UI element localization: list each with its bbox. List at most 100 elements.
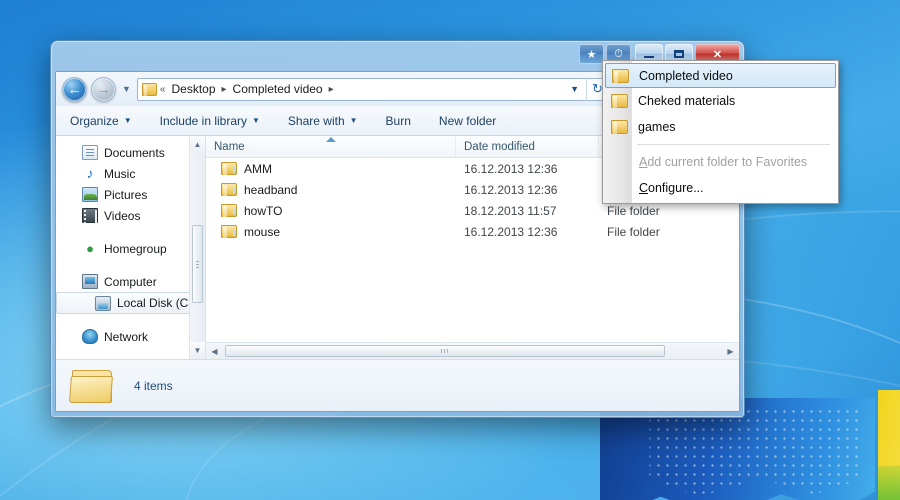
folder-icon <box>612 69 629 83</box>
history-dropdown-icon[interactable]: ▼ <box>120 84 133 94</box>
row-date-cell: 16.12.2013 12:36 <box>456 225 599 239</box>
file-name-label: headband <box>244 183 297 197</box>
chevron-down-icon: ▼ <box>124 116 132 125</box>
menu-item-cheked-materials[interactable]: Cheked materials <box>605 88 836 114</box>
row-name-cell: headband <box>206 183 456 197</box>
folder-icon <box>221 183 237 196</box>
menu-item-rest: dd current folder to Favorites <box>647 155 807 169</box>
horizontal-scrollbar[interactable]: ◀ ▶ <box>206 342 739 359</box>
scroll-right-icon[interactable]: ▶ <box>722 343 739 359</box>
breadcrumb-separator-icon: ▸ <box>328 84 335 95</box>
toolbar-item-label: Organize <box>70 114 119 128</box>
folder-icon <box>142 83 157 96</box>
row-name-cell: mouse <box>206 225 456 239</box>
sidebar-item-label: Documents <box>104 146 165 160</box>
toolbar-item-label: Share with <box>288 114 345 128</box>
toolbar-burn-button[interactable]: Burn <box>382 111 415 131</box>
sidebar-item-homegroup[interactable]: ● Homegroup <box>56 238 205 259</box>
sidebar-item-pictures[interactable]: Pictures <box>56 184 205 205</box>
status-bar: 4 items <box>56 359 739 411</box>
breadcrumb-dropdown-icon[interactable]: ▼ <box>565 84 584 94</box>
sidebar-scroll-track[interactable] <box>190 153 205 342</box>
horizontal-scroll-thumb[interactable] <box>225 345 665 357</box>
sidebar-item-network[interactable]: Network <box>56 326 205 347</box>
menu-item-configure[interactable]: Configure... <box>605 175 836 201</box>
toolbar-item-label: New folder <box>439 114 496 128</box>
folder-icon <box>221 225 237 238</box>
row-date-cell: 16.12.2013 12:36 <box>456 162 599 176</box>
column-label: Date modified <box>464 141 535 153</box>
maximize-icon <box>674 50 684 58</box>
favorites-dropdown-menu: Completed video Cheked materials games A… <box>602 60 839 204</box>
sidebar-item-label: Homegroup <box>104 242 167 256</box>
sidebar-item-label: Network <box>104 330 148 344</box>
file-name-label: mouse <box>244 225 280 239</box>
menu-item-label: Configure... <box>639 181 704 195</box>
minimize-icon <box>644 56 654 58</box>
file-name-label: howTO <box>244 204 282 218</box>
toolbar-share-with-button[interactable]: Share with ▼ <box>284 111 362 131</box>
folder-icon <box>221 162 237 175</box>
breadcrumb-item-desktop[interactable]: Desktop <box>168 81 218 97</box>
menu-item-label: Cheked materials <box>638 94 735 108</box>
sidebar-item-documents[interactable]: Documents <box>56 142 205 163</box>
menu-item-add-current-folder-to-favorites: Add current folder to Favorites <box>605 149 836 175</box>
chevron-down-icon: ▼ <box>252 116 260 125</box>
row-name-cell: AMM <box>206 162 456 176</box>
computer-icon <box>82 274 98 289</box>
table-row[interactable]: mouse 16.12.2013 12:36 File folder <box>206 221 739 242</box>
sidebar-scrollbar[interactable]: ▲ ▼ <box>189 136 205 359</box>
row-type-cell: File folder <box>599 204 739 218</box>
folder-icon <box>70 368 114 404</box>
menu-item-completed-video[interactable]: Completed video <box>605 63 836 88</box>
sidebar-spacer <box>56 259 205 271</box>
row-name-cell: howTO <box>206 204 456 218</box>
column-header-name[interactable]: Name <box>206 136 456 157</box>
toolbar-item-label: Burn <box>386 114 411 128</box>
network-icon <box>82 329 98 344</box>
breadcrumb[interactable]: « Desktop ▸ Completed video ▸ ▼ ↻ <box>137 78 611 101</box>
breadcrumb-prefix: « <box>159 84 167 95</box>
documents-icon <box>82 145 98 160</box>
videos-icon <box>82 208 98 223</box>
sidebar-spacer <box>56 226 205 238</box>
sidebar-list: Documents ♪ Music Pictures Videos <box>56 136 205 347</box>
toolbar-new-folder-button[interactable]: New folder <box>435 111 500 131</box>
column-label: Name <box>214 141 245 153</box>
scroll-up-icon[interactable]: ▲ <box>190 136 205 153</box>
folder-front <box>69 376 113 403</box>
menu-separator <box>637 144 830 145</box>
sidebar-item-computer[interactable]: Computer <box>56 271 205 292</box>
menu-item-games[interactable]: games <box>605 114 836 140</box>
sidebar-item-label: Pictures <box>104 188 147 202</box>
sidebar-scroll-thumb[interactable] <box>192 225 203 303</box>
breadcrumb-item-completed-video[interactable]: Completed video <box>230 81 326 97</box>
toolbar-item-label: Include in library <box>160 114 247 128</box>
toolbar-organize-button[interactable]: Organize ▼ <box>66 111 136 131</box>
sidebar-item-label: Videos <box>104 209 140 223</box>
sidebar-item-label: Computer <box>104 275 157 289</box>
music-icon: ♪ <box>82 166 98 181</box>
forward-button[interactable]: → <box>91 77 116 102</box>
favorites-star-icon[interactable]: ★ <box>579 44 604 64</box>
breadcrumb-separator-icon: ▸ <box>221 84 228 95</box>
column-header-date-modified[interactable]: Date modified <box>456 136 599 157</box>
back-button[interactable]: ← <box>62 77 87 102</box>
scroll-left-icon[interactable]: ◀ <box>206 343 223 359</box>
row-type-cell: File folder <box>599 225 739 239</box>
menu-item-label: Add current folder to Favorites <box>639 155 807 169</box>
disk-icon <box>95 296 111 311</box>
homegroup-icon: ● <box>82 241 98 256</box>
menu-item-rest: onfigure... <box>648 181 704 195</box>
folder-icon <box>221 204 237 217</box>
horizontal-scroll-track[interactable] <box>223 343 722 359</box>
navigation-sidebar: Documents ♪ Music Pictures Videos <box>56 136 206 359</box>
sidebar-item-videos[interactable]: Videos <box>56 205 205 226</box>
sidebar-item-local-disk-c[interactable]: Local Disk (C:) <box>56 292 199 314</box>
menu-item-label: games <box>638 120 676 134</box>
chevron-down-icon: ▼ <box>350 116 358 125</box>
toolbar-include-in-library-button[interactable]: Include in library ▼ <box>156 111 264 131</box>
menu-item-label: Completed video <box>639 69 733 83</box>
sidebar-item-music[interactable]: ♪ Music <box>56 163 205 184</box>
scroll-down-icon[interactable]: ▼ <box>190 342 205 359</box>
